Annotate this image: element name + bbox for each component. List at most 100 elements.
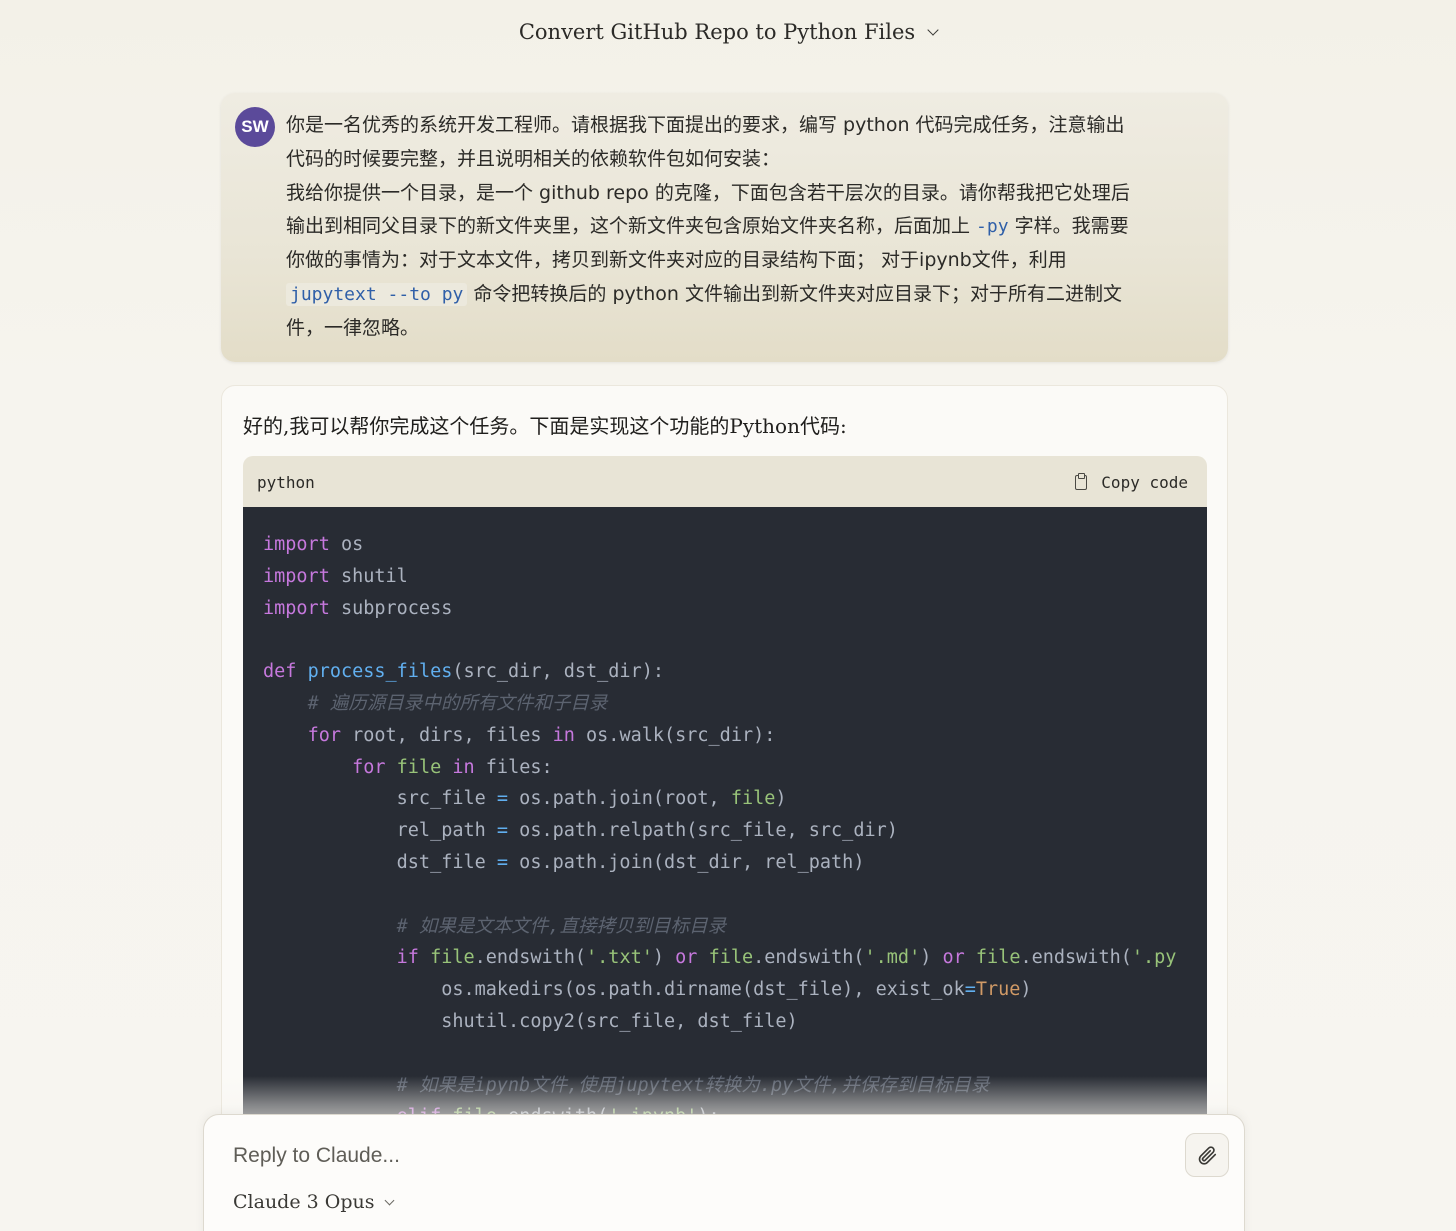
code-line: for root, dirs, files in os.walk(src_dir… <box>263 720 1207 752</box>
code-token: or <box>942 947 965 969</box>
user-text-line: 我给你提供一个目录，是一个 github repo 的克隆，下面包含若干层次的目… <box>286 181 1130 204</box>
code-token: files: <box>474 756 553 778</box>
code-comment: # 如果是文本文件,直接拷贝到目标目录 <box>396 915 727 937</box>
code-token: = <box>496 820 509 842</box>
code-block-header: python Copy code <box>243 456 1207 508</box>
code-token: .endswith( <box>753 947 865 969</box>
code-token: subprocess <box>329 597 453 619</box>
user-text-line: 你做的事情为：对于文本文件，拷贝到新文件夹对应的目录结构下面； 对于ipynb文… <box>286 249 1067 272</box>
code-token: os.path.join(dst_dir, rel_path) <box>508 851 865 873</box>
copy-code-label: Copy code <box>1101 472 1188 492</box>
chevron-down-icon <box>385 1195 395 1205</box>
code-token: ) <box>652 947 664 969</box>
reply-box: Claude 3 Opus <box>203 1114 1245 1231</box>
code-token: .endswith( <box>1020 947 1132 969</box>
code-token: ) <box>920 947 932 969</box>
code-token: '.md' <box>864 947 921 969</box>
code-line: rel_path = os.path.relpath(src_file, src… <box>263 815 1207 847</box>
code-line: if file.endswith('.txt') or file.endswit… <box>263 942 1207 974</box>
code-token: = <box>496 788 509 810</box>
code-token: in <box>552 724 575 746</box>
code-comment: # 遍历源目录中的所有文件和子目录 <box>307 692 608 714</box>
code-language-label: python <box>257 472 315 492</box>
reply-input[interactable] <box>233 1139 1173 1173</box>
code-token: rel_path <box>396 820 497 842</box>
code-token: in <box>452 756 475 778</box>
code-token: root, dirs, files <box>340 724 553 746</box>
code-token: file <box>396 756 442 778</box>
model-name: Claude 3 Opus <box>233 1191 375 1213</box>
conversation-title[interactable]: Convert GitHub Repo to Python Files <box>0 14 1456 50</box>
user-text-line: 输出到相同父目录下的新文件夹里，这个新文件夹包含原始文件夹名称，后面加上 -py… <box>286 210 1196 244</box>
user-text-line: 代码的时候要完整，并且说明相关的依赖软件包如何安装： <box>286 147 781 170</box>
code-token: or <box>675 947 698 969</box>
code-token: '.txt' <box>586 947 653 969</box>
code-token: os.walk(src_dir): <box>574 724 776 746</box>
assistant-intro-text: 好的,我可以帮你完成这个任务。下面是实现这个功能的Python代码: <box>243 414 847 438</box>
code-line: import shutil <box>263 561 1207 593</box>
user-message: SW 你是一名优秀的系统开发工程师。请根据我下面提出的要求，编写 python … <box>221 93 1228 362</box>
code-token: file <box>975 947 1021 969</box>
code-token: file <box>730 788 776 810</box>
user-text-line: 你是一名优秀的系统开发工程师。请根据我下面提出的要求，编写 python 代码完… <box>286 114 1125 136</box>
code-token: if <box>396 947 419 969</box>
code-token: def <box>263 661 297 683</box>
code-token: src_file <box>396 788 497 810</box>
code-token: import <box>263 534 330 555</box>
copy-code-button[interactable]: Copy code <box>1075 472 1188 492</box>
clipboard-icon <box>1075 472 1088 490</box>
code-token: = <box>496 851 509 873</box>
code-token: import <box>263 565 330 587</box>
code-token: = <box>964 979 976 1001</box>
code-line: import os <box>263 529 1207 561</box>
code-line: # 遍历源目录中的所有文件和子目录 <box>263 688 1207 720</box>
chat-page: Convert GitHub Repo to Python Files SW 你… <box>0 0 1456 1231</box>
code-token: for <box>307 724 341 746</box>
assistant-message: 好的,我可以帮你完成这个任务。下面是实现这个功能的Python代码: pytho… <box>221 385 1228 1165</box>
code-token: import <box>263 597 330 619</box>
chevron-down-icon <box>927 24 939 36</box>
code-token: process_files <box>307 661 453 683</box>
user-text-segment: 输出到相同父目录下的新文件夹里，这个新文件夹包含原始文件夹名称，后面加上 <box>286 215 977 238</box>
code-line: src_file = os.path.join(root, file) <box>263 783 1207 815</box>
code-token: os.path.join(root, <box>508 788 731 810</box>
user-text-segment: 字样。我需要 <box>1008 215 1129 238</box>
code-token: ) <box>775 788 787 810</box>
code-line: os.makedirs(os.path.dirname(dst_file), e… <box>263 974 1207 1006</box>
paperclip-icon <box>1198 1146 1217 1165</box>
code-token: dst_file <box>396 851 497 873</box>
code-line: import subprocess <box>263 593 1207 625</box>
inline-code: -py <box>976 216 1009 238</box>
code-token: ) <box>1020 979 1032 1001</box>
code-token: True <box>975 979 1021 1001</box>
model-selector[interactable]: Claude 3 Opus <box>233 1191 395 1213</box>
user-message-text: 你是一名优秀的系统开发工程师。请根据我下面提出的要求，编写 python 代码完… <box>286 109 1196 346</box>
code-token: file <box>430 947 475 969</box>
code-line: # 如果是文本文件,直接拷贝到目标目录 <box>263 911 1207 943</box>
code-comment: # 如果是ipynb文件,使用jupytext转换为.py文件,并保存到目标目录 <box>396 1074 990 1096</box>
code-token: shutil.copy2(src_file, dst_file) <box>441 1010 798 1032</box>
code-token: for <box>352 756 386 778</box>
code-token: os.path.relpath(src_file, src_dir) <box>508 820 898 842</box>
code-line: def process_files(src_dir, dst_dir): <box>263 656 1207 688</box>
code-line: for file in files: <box>263 752 1207 784</box>
inline-code: jupytext --to py <box>286 282 468 306</box>
code-token: (src_dir, dst_dir): <box>452 661 664 683</box>
code-token: os <box>329 534 364 555</box>
code-token: os.makedirs(os.path.dirname(dst_file), e… <box>441 979 965 1001</box>
attach-button[interactable] <box>1185 1133 1229 1177</box>
conversation-title-text: Convert GitHub Repo to Python Files <box>518 20 916 44</box>
code-line: dst_file = os.path.join(dst_dir, rel_pat… <box>263 847 1207 879</box>
code-block[interactable]: import os import shutil import subproces… <box>243 507 1207 1164</box>
user-text-segment: 命令把转换后的 python 文件输出到新文件夹对应目录下；对于所有二进制文 <box>467 282 1122 305</box>
code-token: '.py <box>1131 947 1177 969</box>
avatar: SW <box>235 107 275 147</box>
user-text-line: 件，一律忽略。 <box>286 316 420 339</box>
code-token: .endswith( <box>474 947 587 969</box>
code-line: shutil.copy2(src_file, dst_file) <box>263 1006 1207 1038</box>
code-token: file <box>708 947 754 969</box>
code-token: shutil <box>329 565 408 587</box>
